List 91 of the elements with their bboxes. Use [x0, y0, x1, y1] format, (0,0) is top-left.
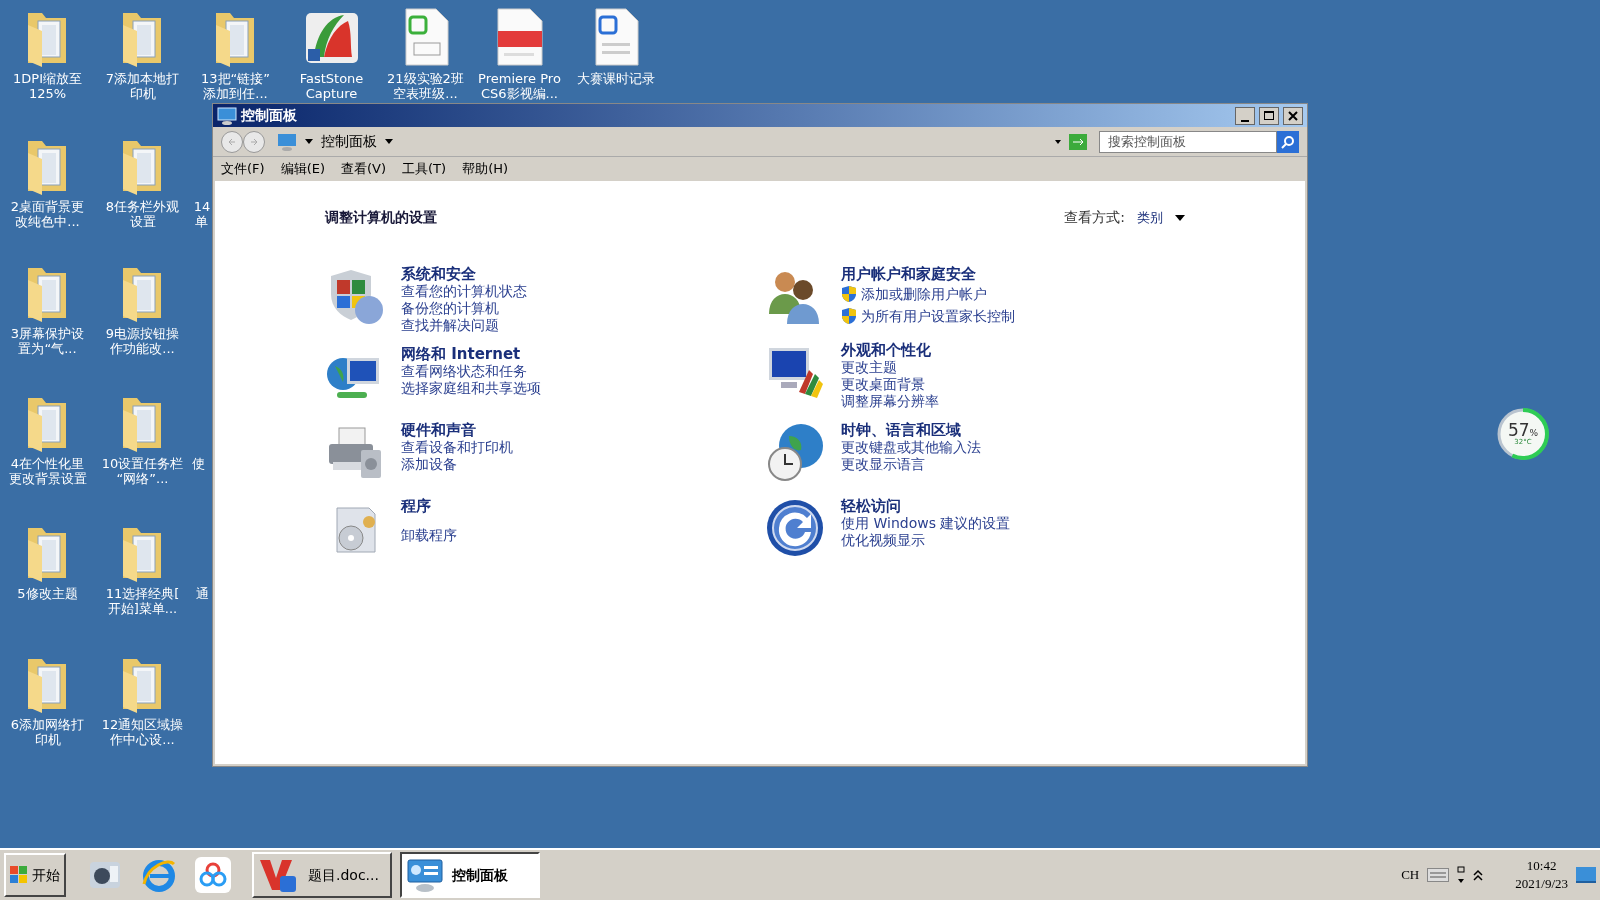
accessibility-icon	[765, 498, 825, 558]
menu-item[interactable]: 编辑(E)	[280, 159, 325, 179]
task-link[interactable]: 更改键盘或其他输入法	[841, 439, 981, 456]
cpu-gauge	[1495, 406, 1551, 462]
back-arrow-icon	[227, 136, 237, 147]
desktop-icon-label[interactable]: 12通知区域操 作中心设...	[101, 717, 184, 747]
search-button[interactable]	[1277, 130, 1299, 153]
desktop-icon-label[interactable]: 14 单	[193, 199, 211, 229]
category-link[interactable]: 程序	[401, 498, 431, 515]
desktop-icon-label[interactable]: 1DPI缩放至 125%	[13, 71, 82, 101]
close-icon	[1288, 110, 1298, 121]
task-link[interactable]: 备份您的计算机	[401, 300, 499, 317]
desktop-icon-label[interactable]: 大赛课时记录	[576, 71, 655, 86]
task-link[interactable]: 更改显示语言	[841, 456, 925, 473]
forward-arrow-icon	[249, 136, 259, 147]
desktop-icon-label[interactable]: 使	[191, 456, 205, 471]
keyboard-icon[interactable]	[1427, 868, 1450, 882]
desktop-icon-label[interactable]: 10设置任务栏 “网络”...	[101, 456, 184, 486]
minimize-button[interactable]	[1235, 106, 1255, 125]
options-icon[interactable]	[1457, 866, 1466, 884]
search-icon	[1281, 134, 1295, 149]
control-panel-icon	[217, 106, 237, 125]
task-link[interactable]: 添加或删除用户帐户	[861, 283, 987, 305]
globe-clock-icon	[765, 422, 825, 482]
view-by-dropdown[interactable]: 类别	[1137, 207, 1185, 228]
minimize-icon	[1241, 119, 1249, 122]
menu-item[interactable]: 工具(T)	[402, 159, 447, 179]
dropdown-arrow-icon	[385, 139, 393, 144]
task-link[interactable]: 查找并解决问题	[401, 317, 499, 334]
gauge-value: 57	[1507, 422, 1530, 439]
language-indicator[interactable]: CH	[1401, 865, 1420, 885]
desktop-icon-label[interactable]: 9电源按钮操 作功能改...	[105, 326, 180, 356]
menu-item[interactable]: 文件(F)	[221, 159, 265, 179]
category-link[interactable]: 网络和 Internet	[401, 346, 521, 363]
desktop-icon-label[interactable]: FastStone Capture	[299, 71, 364, 101]
desktop-icon-label[interactable]: 2桌面背景更 改纯色中...	[10, 199, 85, 229]
dropdown-arrow-icon	[1055, 139, 1061, 144]
dropdown-arrow-icon	[305, 139, 313, 144]
category-link[interactable]: 系统和安全	[401, 266, 476, 283]
close-button[interactable]	[1283, 106, 1303, 125]
taskbar-button[interactable]: 控制面板	[400, 852, 540, 898]
shield-icon	[841, 307, 857, 325]
address-bar[interactable]: 控制面板	[273, 129, 1091, 154]
chevron-up-icon[interactable]	[1473, 869, 1484, 881]
dropdown-arrow-icon	[1175, 214, 1185, 221]
control-panel-icon	[277, 132, 297, 151]
category-link[interactable]: 用户帐户和家庭安全	[841, 266, 976, 283]
category-link[interactable]: 硬件和声音	[401, 422, 476, 439]
desktop-icon-label[interactable]: 11选择经典[ 开始]菜单...	[105, 586, 180, 616]
task-link[interactable]: 更改桌面背景	[841, 376, 925, 393]
control-panel-icon	[406, 858, 444, 892]
task-link[interactable]: 选择家庭组和共享选项	[401, 380, 541, 397]
desktop-icon-label[interactable]: Premiere Pro CS6影视编...	[478, 71, 561, 101]
taskbar-button[interactable]: 题目.doc...	[252, 852, 392, 898]
category-link[interactable]: 时钟、语言和区域	[841, 422, 961, 439]
task-link[interactable]: 卸载程序	[401, 527, 457, 544]
page-heading: 调整计算机的设置	[325, 208, 437, 227]
desktop-icon-label[interactable]: 5修改主题	[17, 586, 78, 601]
task-link[interactable]: 为所有用户设置家长控制	[861, 305, 1015, 327]
window-title: 控制面板	[241, 106, 297, 125]
maximize-icon	[1264, 111, 1274, 120]
task-link[interactable]: 查看您的计算机状态	[401, 283, 527, 300]
menu-item[interactable]: 帮助(H)	[462, 159, 509, 179]
gauge-unit: %	[1529, 429, 1539, 438]
desktop-icon-label[interactable]: 通	[195, 586, 209, 601]
desktop-icon-label[interactable]: 7添加本地打 印机	[105, 71, 180, 101]
search-field[interactable]: 搜索控制面板	[1099, 130, 1277, 153]
menu-item[interactable]: 查看(V)	[341, 159, 387, 179]
task-link[interactable]: 查看网络状态和任务	[401, 363, 527, 380]
desktop-icon-label[interactable]: 21级实验2班 空表班级...	[387, 71, 464, 101]
task-link[interactable]: 优化视频显示	[841, 532, 925, 549]
cloud-app-icon[interactable]	[194, 856, 232, 894]
task-link[interactable]: 使用 Windows 建议的设置	[841, 515, 1011, 532]
breadcrumb[interactable]: 控制面板	[321, 131, 377, 152]
shield-icon	[841, 285, 857, 303]
start-button[interactable]: 开始	[4, 853, 66, 897]
task-link[interactable]: 添加设备	[401, 456, 457, 473]
view-by-label: 查看方式:	[1064, 208, 1125, 227]
task-link[interactable]: 更改主题	[841, 359, 897, 376]
category-link[interactable]: 外观和个性化	[841, 342, 931, 359]
desktop-icon-label[interactable]: 3屏幕保护设 置为“气...	[10, 326, 85, 356]
desktop-icon-label[interactable]: 13把“链接” 添加到任...	[201, 71, 270, 101]
desktop-icon-label[interactable]: 6添加网络打 印机	[10, 717, 85, 747]
category-link[interactable]: 轻松访问	[841, 498, 901, 515]
windows-logo-icon	[10, 866, 28, 884]
task-link[interactable]: 查看设备和打印机	[401, 439, 513, 456]
maximize-button[interactable]	[1259, 106, 1279, 125]
clock[interactable]: 10:42 2021/9/23	[1515, 857, 1568, 893]
task-link[interactable]: 调整屏幕分辨率	[841, 393, 939, 410]
desktop-icon-label[interactable]: 4在个性化里 更改背景设置	[8, 456, 87, 486]
desktop-icon-label[interactable]: 8任务栏外观 设置	[105, 199, 180, 229]
